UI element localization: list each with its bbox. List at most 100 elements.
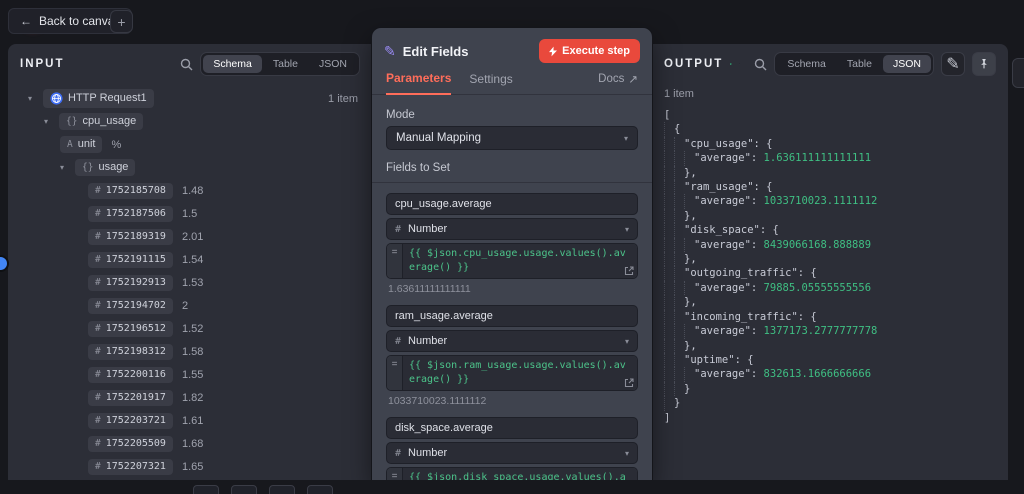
schema-number-row[interactable]: # 1752201917 1.82 [8, 386, 372, 409]
docs-label: Docs [598, 73, 624, 85]
number-type-icon: # [95, 278, 101, 288]
key-pill: # 1752198312 [88, 344, 173, 360]
string-type-icon: A [67, 140, 73, 150]
schema-number-row[interactable]: # 1752187506 1.5 [8, 202, 372, 225]
lightning-icon [549, 46, 557, 57]
mode-select[interactable]: Manual Mapping ▾ [386, 126, 638, 150]
field-type-value: Number [408, 335, 447, 347]
expression-code[interactable]: {{ $json.ram_usage.usage.values().averag… [403, 356, 637, 390]
schema-string-row[interactable]: A unit % [8, 133, 372, 156]
json-line: }, [664, 252, 996, 266]
key-pill: # 1752196512 [88, 321, 173, 337]
chevron-down-icon: ▾ [624, 134, 628, 143]
expression-text: {{ $json.disk_space.usage.values().avera… [409, 472, 626, 480]
key-pill: # 1752192913 [88, 275, 173, 291]
field-name-input[interactable]: disk_space.average [386, 417, 638, 439]
field-type-select[interactable]: # Number ▾ [386, 442, 638, 464]
pager-button[interactable] [231, 485, 257, 494]
field-type-value: Number [408, 447, 447, 459]
field-name-input[interactable]: ram_usage.average [386, 305, 638, 327]
fields-to-set-label: Fields to Set [386, 162, 638, 174]
output-panel: OUTPUT i Schema Table JSON ✎ [652, 44, 1008, 480]
pager-button[interactable] [269, 485, 295, 494]
input-tab-schema[interactable]: Schema [203, 55, 262, 73]
json-line: "cpu_usage": { [664, 137, 996, 151]
schema-number-row[interactable]: # 1752189319 2.01 [8, 225, 372, 248]
edit-fields-panel: ✎ Edit Fields Execute step Parameters Se… [372, 28, 652, 480]
field-name-input[interactable]: cpu_usage.average [386, 193, 638, 215]
timestamp-key: 1752203721 [106, 416, 166, 426]
chevron-down-icon[interactable]: ▾ [28, 94, 37, 103]
timestamp-key: 1752191115 [106, 255, 166, 265]
chevron-down-icon[interactable]: ▾ [60, 163, 69, 172]
node-name-pill[interactable]: HTTP Request1 [43, 89, 154, 108]
expression-code[interactable]: {{ $json.cpu_usage.usage.values().averag… [403, 244, 637, 278]
output-tab-json[interactable]: JSON [883, 55, 931, 73]
value-text: 2 [182, 300, 188, 312]
schema-number-row[interactable]: # 1752192913 1.53 [8, 271, 372, 294]
expand-expression-icon[interactable] [624, 266, 634, 276]
back-arrow-icon: ← [20, 14, 32, 28]
divider [372, 182, 652, 183]
key-label: cpu_usage [82, 116, 136, 127]
expression-editor[interactable]: = {{ $json.ram_usage.usage.values().aver… [386, 355, 638, 391]
expression-code[interactable]: {{ $json.disk_space.usage.values().avera… [403, 468, 637, 480]
json-line: "average": 8439066168.888889 [664, 238, 996, 252]
info-icon[interactable]: i [739, 57, 741, 71]
value-text: 1.61 [182, 415, 203, 427]
search-icon[interactable] [754, 58, 767, 71]
number-type-icon: # [95, 232, 101, 242]
pager-button[interactable] [307, 485, 333, 494]
search-icon[interactable] [180, 58, 193, 71]
schema-number-row[interactable]: # 1752194702 2 [8, 294, 372, 317]
add-button[interactable]: + [110, 10, 133, 33]
tab-parameters[interactable]: Parameters [386, 71, 451, 95]
output-panel-header: OUTPUT i Schema Table JSON ✎ [652, 44, 1008, 84]
value-text: 1.52 [182, 323, 203, 335]
input-tab-table[interactable]: Table [263, 55, 308, 73]
edit-output-button[interactable]: ✎ [941, 52, 965, 76]
expression-result: 1.63611111111111 [388, 283, 638, 295]
field-type-select[interactable]: # Number ▾ [386, 218, 638, 240]
pager-button[interactable] [193, 485, 219, 494]
json-line: "average": 832613.1666666666 [664, 367, 996, 381]
value-text: 1.48 [182, 185, 203, 197]
node-tabs: Parameters Settings Docs ↗ [372, 68, 652, 95]
schema-object-row[interactable]: ▾ {} cpu_usage [8, 110, 372, 133]
schema-number-row[interactable]: # 1752196512 1.52 [8, 317, 372, 340]
schema-root-row[interactable]: ▾ HTTP Request1 1 item [8, 87, 372, 110]
mode-label: Mode [386, 109, 638, 121]
timestamp-key: 1752196512 [106, 324, 166, 334]
input-tab-json[interactable]: JSON [309, 55, 357, 73]
key-pill: # 1752203721 [88, 413, 173, 429]
chevron-down-icon[interactable]: ▾ [44, 117, 53, 126]
schema-number-row[interactable]: # 1752205509 1.68 [8, 432, 372, 455]
expression-editor[interactable]: = {{ $json.cpu_usage.usage.values().aver… [386, 243, 638, 279]
pin-data-button[interactable] [972, 52, 996, 76]
json-line: "average": 1.636111111111111 [664, 151, 996, 165]
schema-number-row[interactable]: # 1752191115 1.54 [8, 248, 372, 271]
field-type-select[interactable]: # Number ▾ [386, 330, 638, 352]
schema-number-row[interactable]: # 1752185708 1.48 [8, 179, 372, 202]
json-line: "ram_usage": { [664, 180, 996, 194]
expand-expression-icon[interactable] [624, 378, 634, 388]
key-pill: {} cpu_usage [59, 113, 143, 130]
json-view[interactable]: [ { "cpu_usage": { "average": 1.63611111… [652, 108, 1008, 425]
schema-object-row[interactable]: ▾ {} usage [8, 156, 372, 179]
schema-number-row[interactable]: # 1752200116 1.55 [8, 363, 372, 386]
number-type-icon: # [395, 448, 401, 459]
schema-number-row[interactable]: # 1752207321 1.65 [8, 455, 372, 476]
value-text: 1.53 [182, 277, 203, 289]
docs-link[interactable]: Docs ↗ [598, 72, 638, 94]
schema-number-row[interactable]: # 1752198312 1.58 [8, 340, 372, 363]
schema-number-row[interactable]: # 1752203721 1.61 [8, 409, 372, 432]
tab-settings[interactable]: Settings [469, 72, 512, 94]
output-tab-schema[interactable]: Schema [777, 55, 836, 73]
expression-editor[interactable]: = {{ $json.disk_space.usage.values().ave… [386, 467, 638, 480]
timestamp-key: 1752205509 [106, 439, 166, 449]
key-pill: # 1752189319 [88, 229, 173, 245]
output-tab-table[interactable]: Table [837, 55, 882, 73]
timestamp-key: 1752187506 [106, 209, 166, 219]
execute-step-button[interactable]: Execute step [539, 39, 640, 63]
expression-text: {{ $json.ram_usage.usage.values().averag… [409, 360, 626, 385]
